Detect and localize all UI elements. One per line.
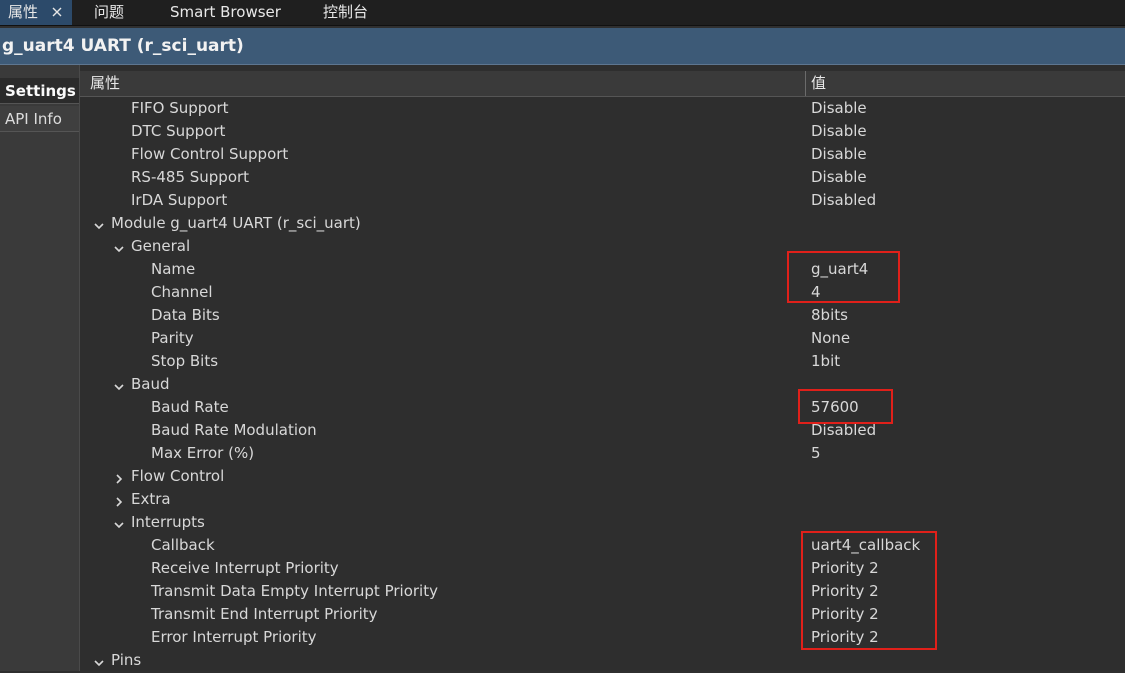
tab-problems[interactable]: 问题 xyxy=(86,0,132,25)
tree-row-module-g-uart4-uart-r-sci-uart[interactable]: Module g_uart4 UART (r_sci_uart) xyxy=(80,212,1125,235)
tree-row-flow-control-support[interactable]: Flow Control Support Disable xyxy=(80,143,1125,166)
property-name: Module g_uart4 UART (r_sci_uart) xyxy=(111,214,361,232)
tree-row-dtc-support[interactable]: DTC Support Disable xyxy=(80,120,1125,143)
property-name: Callback xyxy=(151,536,215,554)
property-name: General xyxy=(131,237,191,255)
tree-row-channel[interactable]: Channel 4 xyxy=(80,281,1125,304)
property-value[interactable]: 5 xyxy=(811,442,821,465)
chevron-down-icon[interactable] xyxy=(93,654,105,667)
tree-row-general[interactable]: General xyxy=(80,235,1125,258)
property-name: DTC Support xyxy=(131,122,226,140)
close-icon[interactable] xyxy=(51,1,63,17)
sidebar-item-label: Settings xyxy=(5,82,76,100)
sidebar-item-settings[interactable]: Settings xyxy=(0,78,79,104)
tab-properties[interactable]: 属性 xyxy=(0,0,72,25)
property-value[interactable]: None xyxy=(811,327,850,350)
chevron-right-icon[interactable] xyxy=(113,470,125,484)
tree-row-baud[interactable]: Baud xyxy=(80,373,1125,396)
property-name: IrDA Support xyxy=(131,191,228,209)
property-value[interactable]: 1bit xyxy=(811,350,840,373)
column-header-property[interactable]: 属性 xyxy=(90,71,120,96)
property-name: Flow Control xyxy=(131,467,225,485)
column-divider[interactable] xyxy=(805,71,806,96)
tab-label: Smart Browser xyxy=(170,3,281,21)
tab-label: 属性 xyxy=(8,3,39,21)
tab-label: 问题 xyxy=(94,3,125,21)
property-name: RS-485 Support xyxy=(131,168,250,186)
highlight-box-baud-rate xyxy=(798,389,893,424)
tree-row-stop-bits[interactable]: Stop Bits 1bit xyxy=(80,350,1125,373)
property-name: Flow Control Support xyxy=(131,145,289,163)
property-name: Extra xyxy=(131,490,171,508)
tree-row-baud-rate-modulation[interactable]: Baud Rate Modulation Disabled xyxy=(80,419,1125,442)
property-value[interactable]: Disable xyxy=(811,97,867,120)
properties-title-bar: g_uart4 UART (r_sci_uart) xyxy=(0,28,1125,65)
tree-row-baud-rate[interactable]: Baud Rate 57600 xyxy=(80,396,1125,419)
tree-row-transmit-data-empty-interrupt-priority[interactable]: Transmit Data Empty Interrupt Priority Pr… xyxy=(80,580,1125,603)
page-title: g_uart4 UART (r_sci_uart) xyxy=(2,36,244,56)
tree-row-extra[interactable]: Extra xyxy=(80,488,1125,511)
properties-sidebar: Settings API Info xyxy=(0,65,80,671)
property-name: Transmit End Interrupt Priority xyxy=(151,605,378,623)
property-name: Interrupts xyxy=(131,513,205,531)
property-value[interactable]: 8bits xyxy=(811,304,848,327)
property-value[interactable]: Disable xyxy=(811,143,867,166)
property-name: Parity xyxy=(151,329,194,347)
tree-row-transmit-end-interrupt-priority[interactable]: Transmit End Interrupt Priority Priority … xyxy=(80,603,1125,626)
chevron-right-icon[interactable] xyxy=(113,493,125,507)
chevron-down-icon[interactable] xyxy=(113,240,125,253)
property-name: Stop Bits xyxy=(151,352,219,370)
sidebar-item-label: API Info xyxy=(5,110,62,128)
property-name: Error Interrupt Priority xyxy=(151,628,317,646)
property-name: Receive Interrupt Priority xyxy=(151,559,339,577)
tab-label: 控制台 xyxy=(323,3,369,21)
property-name: Baud Rate Modulation xyxy=(151,421,317,439)
property-name: Baud Rate xyxy=(151,398,229,416)
tree-row-data-bits[interactable]: Data Bits 8bits xyxy=(80,304,1125,327)
property-value[interactable]: Disable xyxy=(811,120,867,143)
tree-row-max-error[interactable]: Max Error (%) 5 xyxy=(80,442,1125,465)
tree-row-flow-control[interactable]: Flow Control xyxy=(80,465,1125,488)
highlight-box-name-channel xyxy=(787,251,900,303)
table-header: 属性 值 xyxy=(80,71,1125,97)
tree-row-rs-485-support[interactable]: RS-485 Support Disable xyxy=(80,166,1125,189)
tree-row-pins[interactable]: Pins xyxy=(80,649,1125,672)
chevron-down-icon[interactable] xyxy=(113,378,125,391)
tree-row-irda-support[interactable]: IrDA Support Disabled xyxy=(80,189,1125,212)
chevron-down-icon[interactable] xyxy=(93,217,105,230)
chevron-down-icon[interactable] xyxy=(113,516,125,529)
tree-row-receive-interrupt-priority[interactable]: Receive Interrupt Priority Priority 2 xyxy=(80,557,1125,580)
tab-smart-browser[interactable]: Smart Browser xyxy=(162,0,289,25)
property-name: Data Bits xyxy=(151,306,220,324)
property-value[interactable]: Disable xyxy=(811,166,867,189)
property-name: Max Error (%) xyxy=(151,444,255,462)
tab-console[interactable]: 控制台 xyxy=(315,0,376,25)
property-name: Channel xyxy=(151,283,213,301)
property-name: Baud xyxy=(131,375,170,393)
tree-row-interrupts[interactable]: Interrupts xyxy=(80,511,1125,534)
tree-row-callback[interactable]: Callback uart4_callback xyxy=(80,534,1125,557)
property-name: Name xyxy=(151,260,196,278)
tree-row-fifo-support[interactable]: FIFO Support Disable xyxy=(80,97,1125,120)
highlight-box-interrupts xyxy=(801,531,937,650)
sidebar-item-api-info[interactable]: API Info xyxy=(0,106,79,132)
tree-row-parity[interactable]: Parity None xyxy=(80,327,1125,350)
property-name: FIFO Support xyxy=(131,99,229,117)
tree-row-name[interactable]: Name g_uart4 xyxy=(80,258,1125,281)
view-tab-bar: 属性 问题 Smart Browser 控制台 xyxy=(0,0,1125,26)
column-header-value[interactable]: 值 xyxy=(811,71,826,96)
tree-row-error-interrupt-priority[interactable]: Error Interrupt Priority Priority 2 xyxy=(80,626,1125,649)
property-name: Transmit Data Empty Interrupt Priority xyxy=(151,582,438,600)
property-value[interactable]: Disabled xyxy=(811,189,876,212)
property-name: Pins xyxy=(111,651,142,669)
